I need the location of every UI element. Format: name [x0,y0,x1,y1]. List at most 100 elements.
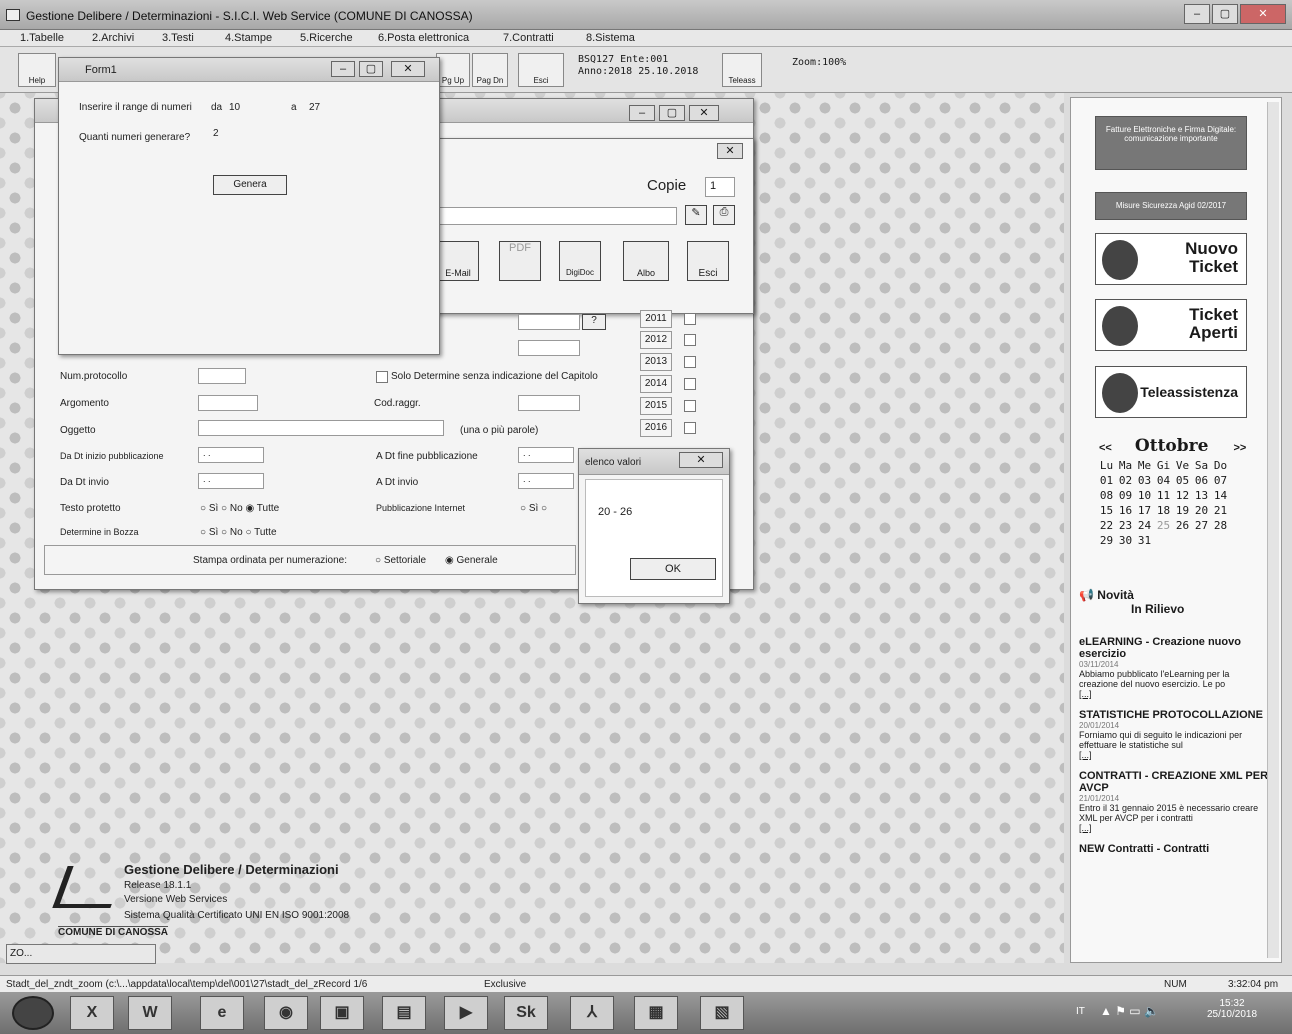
app-taskbar-icon[interactable]: ▣ [320,996,364,1030]
year-2011[interactable]: 2011 [640,310,672,328]
teleassistenza-button[interactable]: Teleassistenza [1095,366,1247,418]
calendar-week[interactable]: 01 02 03 04 05 06 07 [1097,473,1230,488]
news-item[interactable]: NEW Contratti - Contratti [1079,843,1269,855]
search-help-button[interactable]: ? [582,314,606,330]
minimize-button[interactable]: – [1184,4,1210,24]
form1-min-button[interactable]: – [331,61,355,77]
form1-close-button[interactable]: ✕ [391,61,425,77]
language-indicator[interactable]: IT [1076,1006,1085,1017]
browse-icon[interactable]: ✎ [685,205,707,225]
pdf-button[interactable]: PDF [499,241,541,281]
num-protocollo-field[interactable] [198,368,246,384]
news-item[interactable]: CONTRATTI - CREAZIONE XML PER AVCP 21/01/… [1079,770,1269,833]
year-2013-checkbox[interactable] [684,356,696,368]
form1-max-button[interactable]: ▢ [359,61,383,77]
a-input[interactable]: 27 [309,102,320,113]
dt-invio-da-field[interactable]: . . [198,473,264,489]
year-2011-checkbox[interactable] [684,313,696,325]
copies-stepper[interactable]: 1 [705,177,735,197]
sici-taskbar-icon[interactable]: ▧ [700,996,744,1030]
ok-button[interactable]: OK [630,558,716,580]
calendar-next[interactable]: >> [1234,442,1247,454]
pgdn-button[interactable]: Pag Dn [472,53,508,87]
year-2013[interactable]: 2013 [640,353,672,371]
calendar-prev[interactable]: << [1099,442,1112,454]
calendar-week[interactable]: 29 30 31 [1097,533,1230,548]
ie-taskbar-icon[interactable]: e [200,996,244,1030]
excel-taskbar-icon[interactable]: X [70,996,114,1030]
genera-button[interactable]: Genera [213,175,287,195]
menu-contratti[interactable]: 7.Contratti [503,32,554,44]
search-close-button[interactable]: ✕ [689,105,719,121]
pub-internet-radios[interactable]: ○ Sì ○ [520,503,547,514]
news-item[interactable]: STATISTICHE PROTOCOLLAZIONE 20/01/2014 For… [1079,709,1269,760]
acrobat-taskbar-icon[interactable]: ⅄ [570,996,614,1030]
cod-raggr-field[interactable] [518,395,580,411]
printer-icon[interactable]: ⎙ [713,205,735,225]
search-min-button[interactable]: – [629,105,655,121]
dt-invio-a-field[interactable]: . . [518,473,574,489]
year-2012[interactable]: 2012 [640,331,672,349]
window-taskbar-icon[interactable]: ▦ [634,996,678,1030]
albo-button[interactable]: Albo [623,241,669,281]
values-close-button[interactable]: ✕ [679,452,723,468]
teleass-button[interactable]: Teleass [722,53,762,87]
fattura-banner[interactable]: Fatture Elettroniche e Firma Digitale: c… [1095,116,1247,170]
settoriale-radio[interactable]: ○ Settoriale [375,555,426,566]
menu-stampe[interactable]: 4.Stampe [225,32,272,44]
calendar-week[interactable]: 22 23 24 25 26 27 28 [1097,518,1230,533]
da-input[interactable]: 10 [229,102,240,113]
qty-input[interactable]: 2 [213,128,219,139]
solo-det-checkbox[interactable] [376,371,388,383]
generale-radio[interactable]: ◉ Generale [445,555,498,566]
print-close-button[interactable]: ✕ [717,143,743,159]
media-taskbar-icon[interactable]: ▶ [444,996,488,1030]
close-button[interactable]: ✕ [1240,4,1286,24]
search-max-button[interactable]: ▢ [659,105,685,121]
taskbar-clock[interactable]: 15:32 25/10/2018 [1204,998,1260,1020]
year-2016[interactable]: 2016 [640,419,672,437]
menu-archivi[interactable]: 2.Archivi [92,32,134,44]
skype-taskbar-icon[interactable]: Sk [504,996,548,1030]
explorer-taskbar-icon[interactable]: ▤ [382,996,426,1030]
det-bozza-radios[interactable]: ○ Sì ○ No ○ Tutte [200,527,277,538]
menu-posta[interactable]: 6.Posta elettronica [378,32,469,44]
testo-protetto-radios[interactable]: ○ Sì ○ No ◉ Tutte [200,503,279,514]
year-2015[interactable]: 2015 [640,397,672,415]
digidoc-button[interactable]: DigiDoc [559,241,601,281]
calendar-week[interactable]: 08 09 10 11 12 13 14 [1097,488,1230,503]
dt-inizio-field[interactable]: . . [198,447,264,463]
maximize-button[interactable]: ▢ [1212,4,1238,24]
menu-testi[interactable]: 3.Testi [162,32,194,44]
minimized-window[interactable]: ZO... [6,944,156,964]
help-button[interactable]: Help [18,53,56,87]
ticket-aperti-button[interactable]: Ticket Aperti [1095,299,1247,351]
word-taskbar-icon[interactable]: W [128,996,172,1030]
pgup-button[interactable]: Pg Up [436,53,470,87]
year-2016-checkbox[interactable] [684,422,696,434]
dt-fine-field[interactable]: . . [518,447,574,463]
tray-icons[interactable]: ▲ ⚑ ▭ 🔈 [1100,1004,1159,1018]
year-2012-checkbox[interactable] [684,334,696,346]
news-item[interactable]: eLEARNING - Creazione nuovo esercizio 03/… [1079,636,1269,699]
right-scrollbar[interactable] [1267,102,1279,958]
year-2015-checkbox[interactable] [684,400,696,412]
search-field-2[interactable] [518,340,580,356]
printer-field[interactable] [437,207,677,225]
menu-ricerche[interactable]: 5.Ricerche [300,32,353,44]
calendar-week[interactable]: 15 16 17 18 19 20 21 [1097,503,1230,518]
misure-banner[interactable]: Misure Sicurezza Agid 02/2017 [1095,192,1247,220]
chrome-taskbar-icon[interactable]: ◉ [264,996,308,1030]
menu-sistema[interactable]: 8.Sistema [586,32,635,44]
esci-button[interactable]: Esci [518,53,564,87]
argomento-field[interactable] [198,395,258,411]
search-field-top[interactable] [518,314,580,330]
year-2014[interactable]: 2014 [640,375,672,393]
email-button[interactable]: E-Mail [437,241,479,281]
year-2014-checkbox[interactable] [684,378,696,390]
start-button[interactable] [12,996,54,1030]
oggetto-field[interactable] [198,420,444,436]
print-esci-button[interactable]: Esci [687,241,729,281]
nuovo-ticket-button[interactable]: Nuovo Ticket [1095,233,1247,285]
menu-tabelle[interactable]: 1.Tabelle [20,32,64,44]
